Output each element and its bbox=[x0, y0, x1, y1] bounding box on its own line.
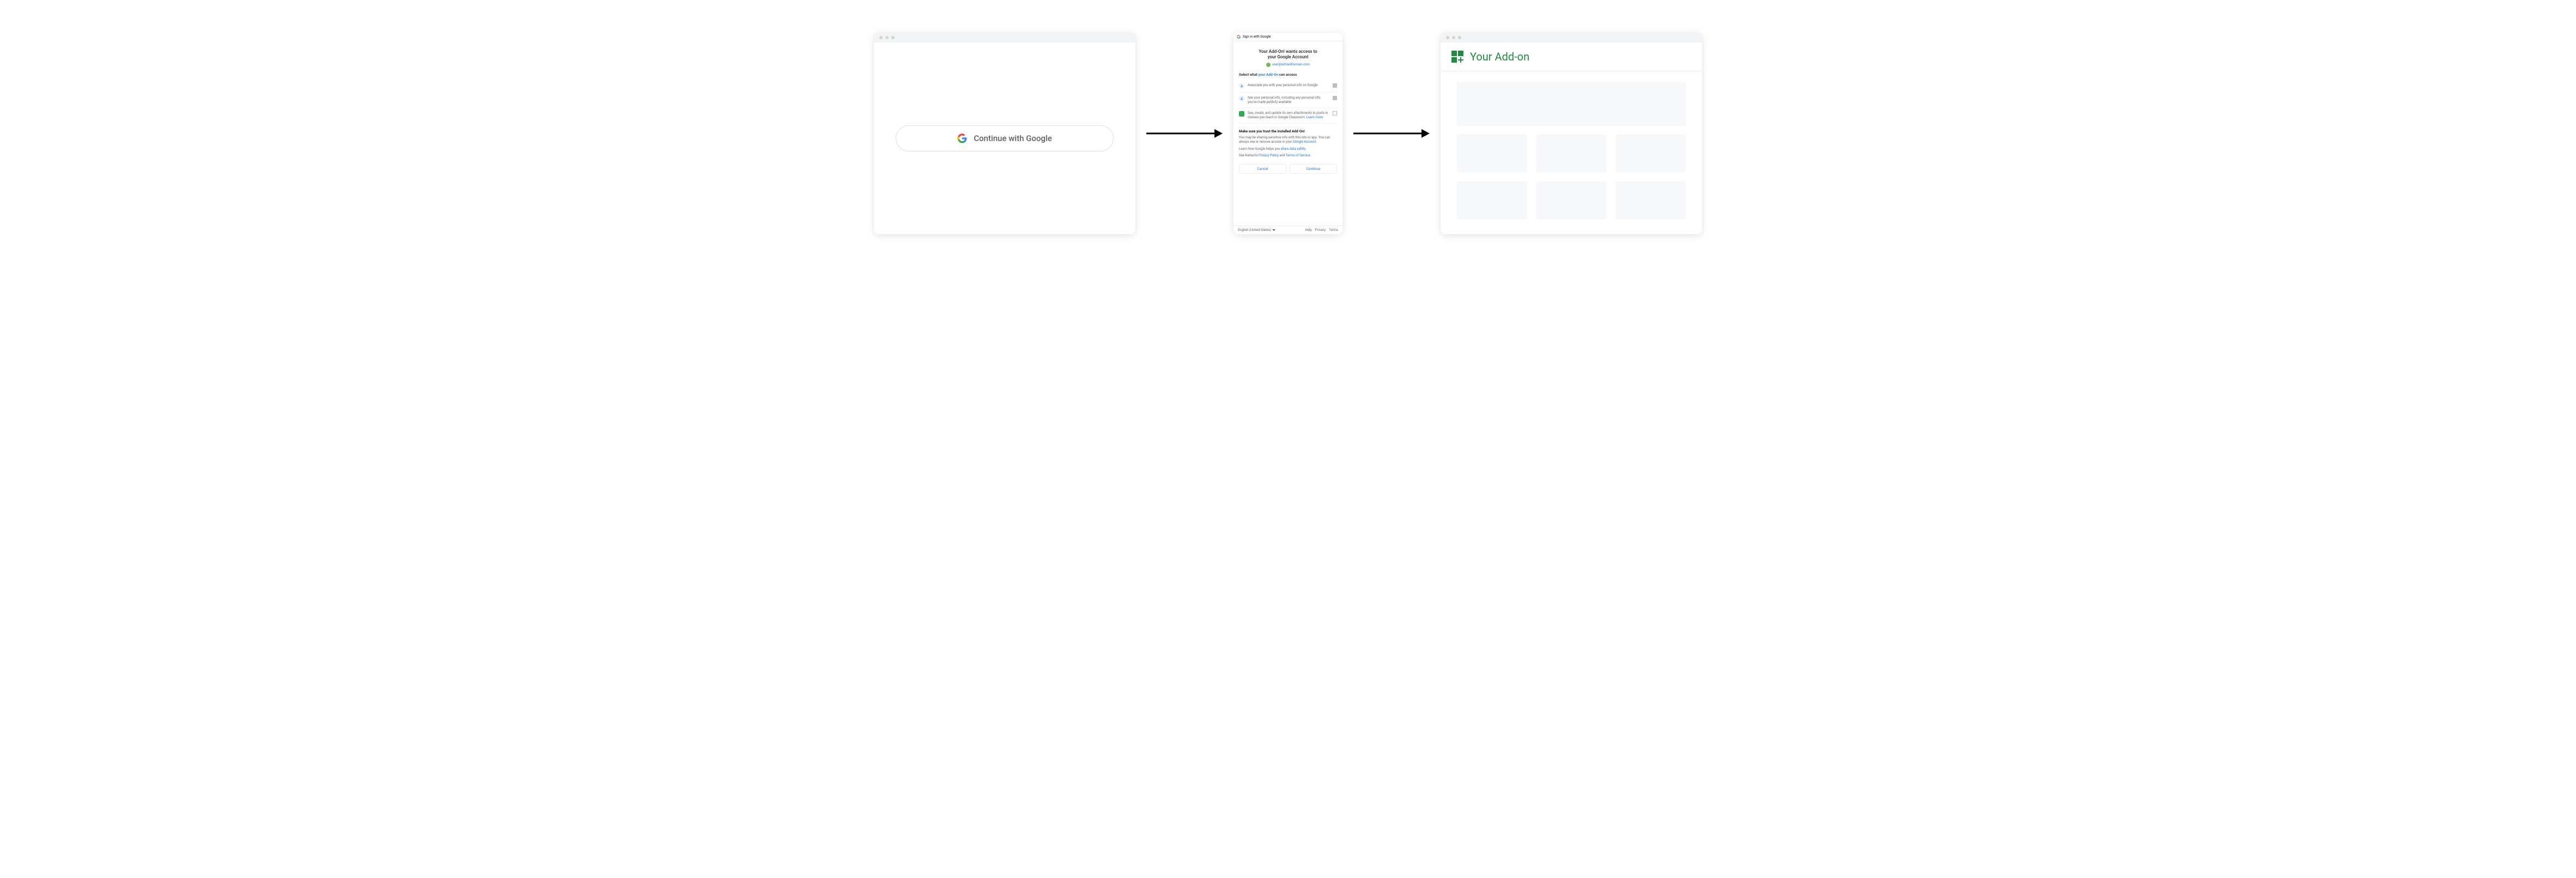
addon-logo-icon bbox=[1451, 51, 1463, 63]
content-placeholder bbox=[1457, 82, 1686, 126]
flow-arrow bbox=[1353, 125, 1430, 142]
person-icon bbox=[1239, 96, 1244, 101]
chevron-down-icon bbox=[1272, 229, 1275, 231]
content-placeholder bbox=[1536, 181, 1606, 220]
help-link[interactable]: Help bbox=[1305, 228, 1311, 232]
continue-button-label: Continue with Google bbox=[974, 133, 1052, 143]
consent-title: Your Add-On! wants access to your Google… bbox=[1239, 49, 1337, 60]
scope-item: Associate you with your personal info on… bbox=[1239, 80, 1337, 93]
cancel-button[interactable]: Cancel bbox=[1239, 164, 1286, 174]
consent-header-text: Sign in with Google bbox=[1243, 35, 1271, 39]
terms-link[interactable]: Terms bbox=[1329, 228, 1338, 232]
scope-section-heading: Select what your Add-On can access bbox=[1239, 72, 1337, 77]
window-control-dot bbox=[1446, 36, 1449, 39]
continue-with-google-button[interactable]: Continue with Google bbox=[896, 125, 1114, 151]
consent-header: Sign in with Google bbox=[1234, 33, 1342, 41]
window-titlebar bbox=[1441, 33, 1702, 42]
scope-text: Associate you with your personal info on… bbox=[1248, 83, 1329, 88]
user-email: user@schoolDomain.com bbox=[1272, 63, 1310, 66]
share-safely-line: Learn how Google helps you share data sa… bbox=[1239, 147, 1337, 151]
trust-body: You may be sharing sensitive info with t… bbox=[1239, 136, 1337, 145]
privacy-link[interactable]: Privacy bbox=[1315, 228, 1326, 232]
trust-heading: Make sure you trust the installed Add-On… bbox=[1239, 129, 1337, 133]
avatar-icon bbox=[1266, 63, 1271, 67]
content-placeholder bbox=[1615, 135, 1686, 173]
person-icon bbox=[1239, 83, 1244, 89]
content-placeholder bbox=[1457, 181, 1527, 220]
terms-of-service-link[interactable]: Terms of Service bbox=[1286, 154, 1310, 157]
oauth-flow-diagram: Continue with Google Sign in with Google… bbox=[22, 33, 2554, 234]
consent-footer: English (United States) Help Privacy Ter… bbox=[1234, 225, 1342, 234]
window-control-dot bbox=[1452, 36, 1455, 39]
policy-line: See Kahoot's Privacy Policy and Terms of… bbox=[1239, 154, 1337, 158]
scope-checkbox[interactable] bbox=[1333, 111, 1337, 115]
google-logo-icon bbox=[1237, 35, 1241, 39]
language-selector[interactable]: English (United States) bbox=[1238, 228, 1275, 232]
learn-more-link[interactable]: Learn more bbox=[1307, 115, 1323, 119]
consent-user-chip[interactable]: user@schoolDomain.com bbox=[1239, 63, 1337, 67]
flow-arrow bbox=[1146, 125, 1223, 142]
addon-window: Your Add-on bbox=[1441, 33, 1702, 234]
scope-checkbox[interactable] bbox=[1333, 96, 1337, 100]
scope-text: See your personal info, including any pe… bbox=[1248, 96, 1329, 105]
window-titlebar bbox=[874, 33, 1135, 42]
addon-title: Your Add-on bbox=[1470, 50, 1529, 63]
share-data-safely-link[interactable]: share data safely bbox=[1281, 147, 1305, 151]
content-placeholder bbox=[1457, 135, 1527, 173]
scope-item: See, create, and update its own attachme… bbox=[1239, 108, 1337, 124]
classroom-icon bbox=[1239, 111, 1244, 117]
window-control-dot bbox=[879, 36, 883, 39]
window-control-dot bbox=[1458, 36, 1461, 39]
content-placeholder bbox=[1615, 181, 1686, 220]
scope-checkbox[interactable] bbox=[1333, 83, 1337, 88]
scope-text: See, create, and update its own attachme… bbox=[1248, 111, 1329, 120]
continue-button[interactable]: Continue bbox=[1290, 164, 1337, 174]
window-control-dot bbox=[885, 36, 889, 39]
scope-item: See your personal info, including any pe… bbox=[1239, 93, 1337, 108]
consent-dialog: Sign in with Google Your Add-On! wants a… bbox=[1234, 33, 1342, 234]
google-account-link[interactable]: Google Account bbox=[1293, 140, 1316, 144]
window-control-dot bbox=[891, 36, 895, 39]
addon-header: Your Add-on bbox=[1441, 42, 1702, 71]
signin-window: Continue with Google bbox=[874, 33, 1135, 234]
google-logo-icon bbox=[957, 133, 967, 143]
content-placeholder bbox=[1536, 135, 1606, 173]
privacy-policy-link[interactable]: Privacy Policy bbox=[1259, 154, 1279, 157]
